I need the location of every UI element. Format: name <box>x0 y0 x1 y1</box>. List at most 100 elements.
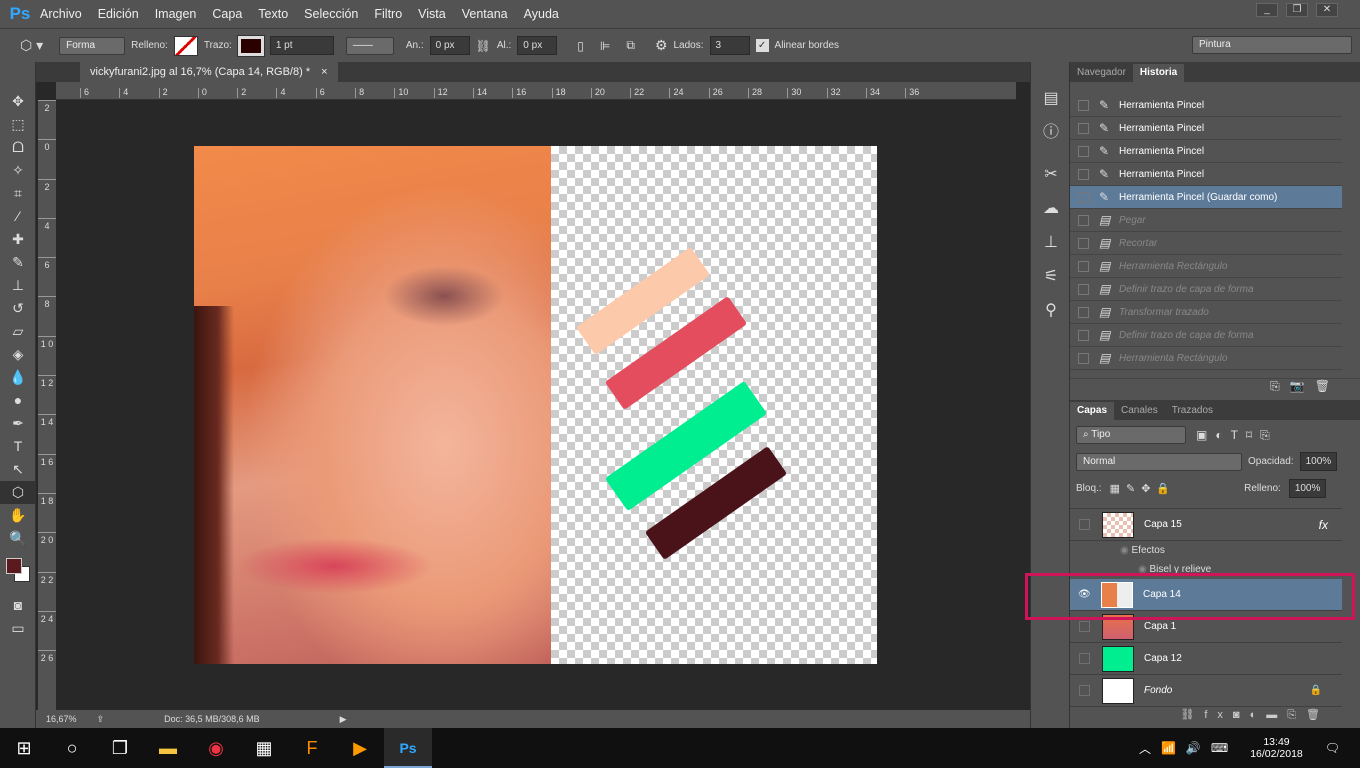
effects-row[interactable]: ◉ Efectos <box>1070 541 1342 561</box>
layer-capa-15[interactable]: Capa 15 fx <box>1070 509 1342 541</box>
menu-seleccion[interactable]: Selección <box>304 7 358 21</box>
snapshot-checkbox[interactable] <box>1078 329 1089 341</box>
screen-mode-icon[interactable]: ▭ <box>0 617 36 640</box>
path-arrangement-icon[interactable]: ⧉ <box>626 38 635 53</box>
snapshot-checkbox[interactable] <box>1078 283 1089 295</box>
new-snapshot-icon[interactable]: ⎘ <box>1270 379 1280 393</box>
visibility-toggle[interactable] <box>1079 621 1090 632</box>
fx-badge[interactable]: fx <box>1319 518 1328 532</box>
path-alignment-icon[interactable]: ⊫ <box>600 39 610 53</box>
minimize-button[interactable]: _ <box>1256 3 1278 17</box>
snapshot-checkbox[interactable] <box>1078 168 1089 180</box>
snapshot-checkbox[interactable] <box>1078 99 1089 111</box>
export-icon[interactable]: ⇪ <box>97 714 105 725</box>
brush-presets-icon[interactable]: ⚲ <box>1031 294 1071 328</box>
libraries-icon[interactable]: ☁ <box>1031 192 1071 226</box>
snapshot-checkbox[interactable] <box>1078 237 1089 249</box>
media-player-icon[interactable]: ▶ <box>336 728 384 768</box>
close-tab-icon[interactable]: × <box>321 66 327 78</box>
adjustments-icon[interactable]: ⚟ <box>1031 260 1071 294</box>
app-f-icon[interactable]: F <box>288 728 336 768</box>
tab-capas[interactable]: Capas <box>1070 402 1115 420</box>
path-selection-tool-icon[interactable]: ↖ <box>0 458 36 481</box>
tools-presets-icon[interactable]: ✂ <box>1031 158 1071 192</box>
snapshot-checkbox[interactable] <box>1078 352 1089 364</box>
restore-button[interactable]: ❐ <box>1286 3 1308 17</box>
trash-icon[interactable]: 🗑 <box>1306 709 1330 721</box>
calculator-icon[interactable]: ▦ <box>240 728 288 768</box>
volume-icon[interactable]: 🔊 <box>1186 741 1201 755</box>
keyboard-icon[interactable]: ⌨ <box>1211 741 1228 755</box>
menu-imagen[interactable]: Imagen <box>155 7 197 21</box>
polygon-tool-icon[interactable]: ⬡ ▾ <box>20 37 43 54</box>
menu-vista[interactable]: Vista <box>418 7 446 21</box>
stroke-type-select[interactable]: —— <box>345 36 394 55</box>
history-item[interactable]: ✎ Herramienta Pincel <box>1070 94 1342 117</box>
history-item[interactable]: ▤ Definir trazo de capa de forma <box>1070 324 1342 347</box>
link-layers-icon[interactable]: ⛓ <box>1180 709 1204 721</box>
tab-navegador[interactable]: Navegador <box>1070 64 1133 82</box>
stamp-tool-icon[interactable]: ⊥ <box>0 274 36 297</box>
mode-select[interactable]: Forma <box>59 36 126 55</box>
trash-icon[interactable]: 🗑 <box>1315 379 1330 393</box>
gear-icon[interactable]: ⚙ <box>655 37 668 54</box>
move-tool-icon[interactable]: ✥ <box>0 90 36 113</box>
menu-ventana[interactable]: Ventana <box>462 7 508 21</box>
history-item[interactable]: ▤ Definir trazo de capa de forma <box>1070 278 1342 301</box>
lasso-tool-icon[interactable]: ᗝ <box>0 136 36 159</box>
snapshot-checkbox[interactable] <box>1078 260 1089 272</box>
history-item[interactable]: ▤ Transformar trazado <box>1070 301 1342 324</box>
snapshot-checkbox[interactable] <box>1078 145 1089 157</box>
crop-tool-icon[interactable]: ⌗ <box>0 182 36 205</box>
snapshot-checkbox[interactable] <box>1078 306 1089 318</box>
tab-canales[interactable]: Canales <box>1114 402 1165 420</box>
width-input[interactable]: 0 px <box>429 36 470 55</box>
history-item[interactable]: ✎ Herramienta Pincel <box>1070 117 1342 140</box>
height-input[interactable]: 0 px <box>517 36 558 55</box>
foreground-color[interactable] <box>6 558 22 574</box>
brush-tool-icon[interactable]: ✎ <box>0 251 36 274</box>
visibility-toggle[interactable] <box>1079 685 1090 696</box>
color-swatches[interactable] <box>0 550 35 594</box>
photoshop-taskbar-icon[interactable]: Ps <box>384 728 432 768</box>
chevron-up-icon[interactable]: ︿ <box>1139 740 1151 757</box>
history-item[interactable]: ▤ Pegar <box>1070 209 1342 232</box>
menu-filtro[interactable]: Filtro <box>374 7 402 21</box>
layer-filter-select[interactable]: ⌕ Tipo <box>1076 426 1186 444</box>
zoom-level[interactable]: 16,67% <box>46 714 77 724</box>
visibility-toggle[interactable] <box>1079 519 1090 530</box>
zoom-tool-icon[interactable]: 🔍 <box>0 527 36 550</box>
task-view-button[interactable]: ❐ <box>96 728 144 768</box>
clock[interactable]: 13:49 16/02/2018 <box>1250 736 1303 760</box>
visibility-toggle[interactable] <box>1079 653 1090 664</box>
fill-swatch[interactable] <box>173 35 198 56</box>
history-item[interactable]: ✎ Herramienta Pincel <box>1070 163 1342 186</box>
polygon-tool-icon[interactable]: ⬡ <box>0 481 36 504</box>
start-button[interactable]: ⊞ <box>0 728 48 768</box>
eyedropper-tool-icon[interactable]: ⁄ <box>0 205 36 228</box>
history-item[interactable]: ✎ Herramienta Pincel (Guardar como) <box>1070 186 1342 209</box>
new-layer-icon[interactable]: ⎘ <box>1287 709 1306 721</box>
search-button[interactable]: ○ <box>48 728 96 768</box>
healing-brush-tool-icon[interactable]: ✚ <box>0 228 36 251</box>
chrome-icon[interactable]: ◉ <box>192 728 240 768</box>
history-item[interactable]: ▤ Herramienta Rectángulo <box>1070 255 1342 278</box>
tab-historia[interactable]: Historia <box>1132 64 1185 82</box>
wifi-icon[interactable]: 📶 <box>1161 741 1176 755</box>
filter-icons[interactable]: ▣◐T⌑⎘ <box>1196 428 1278 443</box>
status-menu-arrow[interactable]: ▶ <box>340 714 347 725</box>
camera-icon[interactable]: 📷 <box>1290 379 1305 393</box>
paint-bucket-tool-icon[interactable]: ◈ <box>0 343 36 366</box>
menu-capa[interactable]: Capa <box>212 7 242 21</box>
marquee-tool-icon[interactable]: ⬚ <box>0 113 36 136</box>
history-item[interactable]: ▤ Herramienta Rectángulo <box>1070 347 1342 370</box>
history-panel-icon[interactable]: ▤ <box>1031 82 1071 116</box>
menu-edicion[interactable]: Edición <box>98 7 139 21</box>
blur-tool-icon[interactable]: 💧 <box>0 366 36 389</box>
pen-tool-icon[interactable]: ✒ <box>0 412 36 435</box>
magic-wand-tool-icon[interactable]: ✧ <box>0 159 36 182</box>
quick-mask-icon[interactable]: ◙ <box>0 594 36 617</box>
link-icon[interactable]: ⛓ <box>476 39 491 53</box>
sides-input[interactable]: 3 <box>709 36 750 55</box>
snapshot-checkbox[interactable] <box>1078 191 1089 203</box>
